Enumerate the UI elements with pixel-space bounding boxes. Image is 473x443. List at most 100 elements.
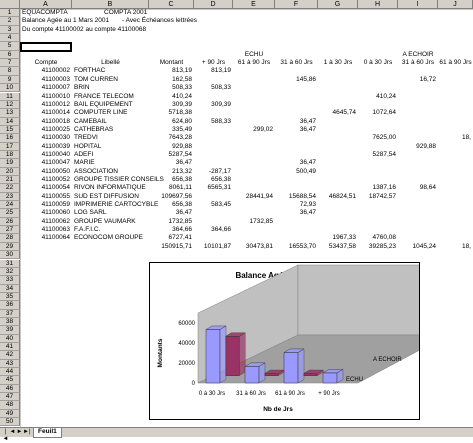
column-header-j[interactable]: J bbox=[438, 0, 473, 9]
header-31-60b[interactable]: 31 à 60 Jrs bbox=[398, 59, 438, 67]
table-cell-libelle[interactable]: IMPRIMERIE CARTOCYBLE bbox=[74, 201, 158, 209]
row-header[interactable]: 23 bbox=[0, 192, 20, 202]
echu-header[interactable]: ECHU bbox=[233, 51, 275, 59]
column-header-e[interactable]: E bbox=[233, 0, 275, 9]
row-header[interactable]: 3 bbox=[0, 25, 20, 35]
table-cell-montant[interactable]: 656,38 bbox=[149, 201, 192, 209]
row-header[interactable]: 4 bbox=[0, 34, 20, 43]
table-cell-d[interactable]: 656,38 bbox=[194, 176, 231, 184]
table-cell-montant[interactable]: 624,80 bbox=[149, 118, 192, 126]
table-cell-montant[interactable]: 1732,85 bbox=[149, 218, 193, 226]
table-cell-libelle[interactable]: TOM CURREN bbox=[74, 76, 118, 84]
table-cell-libelle[interactable]: TREDVI bbox=[74, 134, 98, 142]
table-cell-libelle[interactable]: BRIN bbox=[74, 84, 90, 92]
row-header[interactable]: 28 bbox=[0, 234, 20, 243]
next-sheet-button[interactable]: ► bbox=[16, 429, 23, 436]
header-61-90b[interactable]: 61 à 90 Jrs bbox=[438, 59, 473, 67]
table-cell-h[interactable]: 7625,00 bbox=[358, 134, 397, 142]
row-header[interactable]: 24 bbox=[0, 201, 20, 210]
column-header-i[interactable]: I bbox=[398, 0, 438, 9]
table-cell-compte[interactable]: 41100040 bbox=[20, 151, 70, 159]
table-cell-h[interactable]: 4760,08 bbox=[358, 234, 397, 242]
table-cell-d[interactable]: 309,39 bbox=[194, 101, 231, 109]
row-header[interactable]: 10 bbox=[0, 84, 20, 93]
table-cell-e[interactable]: 28441,94 bbox=[233, 193, 273, 201]
row-header[interactable]: 5 bbox=[0, 42, 20, 51]
table-cell-libelle[interactable]: ADEFI bbox=[74, 151, 93, 159]
column-header-f[interactable]: F bbox=[275, 0, 318, 9]
row-header[interactable]: 16 bbox=[0, 134, 20, 143]
row-header[interactable]: 38 bbox=[0, 317, 20, 327]
table-cell-libelle[interactable]: COMPUTER LINE bbox=[74, 109, 127, 117]
subtitle-cell[interactable]: Balance Agée au 1 Mars 2001 bbox=[22, 17, 109, 25]
table-cell-e[interactable]: 1732,85 bbox=[233, 218, 274, 226]
last-sheet-button[interactable]: ►| bbox=[23, 429, 31, 436]
total-cell-h[interactable]: 39285,23 bbox=[358, 243, 396, 251]
table-cell-montant[interactable]: 508,33 bbox=[149, 84, 192, 92]
table-cell-libelle[interactable]: RIVON INFORMATIQUE bbox=[74, 184, 146, 192]
table-cell-d[interactable]: 508,33 bbox=[194, 84, 231, 92]
row-header[interactable]: 46 bbox=[0, 384, 20, 394]
row-header[interactable]: 49 bbox=[0, 409, 20, 419]
row-header[interactable]: 50 bbox=[0, 418, 20, 427]
table-cell-i[interactable]: 98,64 bbox=[398, 184, 436, 192]
first-sheet-button[interactable]: |◄ bbox=[2, 429, 9, 442]
row-header[interactable]: 37 bbox=[0, 309, 20, 318]
row-header[interactable]: 40 bbox=[0, 334, 20, 343]
header-1-30[interactable]: 1 à 30 Jrs bbox=[318, 59, 358, 67]
header-31-60[interactable]: 31 à 60 Jrs bbox=[275, 59, 318, 67]
table-cell-compte[interactable]: 41100047 bbox=[20, 159, 70, 167]
table-cell-e[interactable]: 299,02 bbox=[233, 126, 273, 134]
table-cell-f[interactable]: 15688,54 bbox=[275, 193, 316, 201]
table-cell-montant[interactable]: 36,47 bbox=[149, 209, 192, 217]
table-cell-f[interactable]: 145,86 bbox=[275, 76, 316, 84]
table-cell-compte[interactable]: 41100055 bbox=[20, 193, 70, 201]
row-header[interactable]: 8 bbox=[0, 67, 20, 76]
table-cell-montant[interactable]: 36,47 bbox=[149, 159, 192, 167]
table-cell-compte[interactable]: 41100039 bbox=[20, 143, 70, 151]
aged-balance-chart[interactable]: Balance Agée au 01/03/010200004000060000… bbox=[149, 262, 449, 420]
select-all-corner[interactable] bbox=[0, 0, 20, 9]
table-cell-montant[interactable]: 309,39 bbox=[149, 101, 192, 109]
table-cell-compte[interactable]: 41100003 bbox=[20, 76, 70, 84]
column-header-a[interactable]: A bbox=[20, 0, 72, 9]
subtitle2-cell[interactable]: - Avec Échéances lettrées bbox=[122, 17, 197, 25]
row-header[interactable]: 20 bbox=[0, 167, 20, 176]
table-cell-compte[interactable]: 41100059 bbox=[20, 201, 70, 209]
row-header[interactable]: 39 bbox=[0, 326, 20, 335]
table-cell-compte[interactable]: 41100050 bbox=[20, 168, 70, 176]
table-cell-montant[interactable]: 364,66 bbox=[149, 226, 192, 234]
row-header[interactable]: 17 bbox=[0, 142, 20, 151]
table-cell-montant[interactable]: 5287,54 bbox=[149, 151, 193, 159]
table-cell-i[interactable]: 929,88 bbox=[398, 143, 436, 151]
row-header[interactable]: 13 bbox=[0, 109, 20, 118]
table-cell-d[interactable]: 583,45 bbox=[194, 201, 231, 209]
table-cell-d[interactable]: 588,33 bbox=[194, 118, 231, 126]
row-header[interactable]: 18 bbox=[0, 150, 20, 160]
table-cell-libelle[interactable]: FORTHAC bbox=[74, 67, 105, 75]
total-cell-d[interactable]: 10101,87 bbox=[194, 243, 231, 251]
table-cell-libelle[interactable]: LOG SARL bbox=[74, 209, 107, 217]
table-cell-montant[interactable]: 8061,11 bbox=[149, 184, 192, 192]
table-cell-montant[interactable]: 213,32 bbox=[149, 168, 192, 176]
total-cell-g[interactable]: 53437,58 bbox=[318, 243, 356, 251]
total-cell-j[interactable]: 18, bbox=[438, 243, 471, 251]
total-cell-e[interactable]: 30473,81 bbox=[233, 243, 273, 251]
row-header[interactable]: 15 bbox=[0, 125, 20, 135]
row-header[interactable]: 19 bbox=[0, 159, 20, 168]
table-cell-h[interactable]: 1387,16 bbox=[358, 184, 397, 192]
table-cell-g[interactable]: 4645,74 bbox=[318, 109, 357, 117]
table-cell-f[interactable]: 72,93 bbox=[275, 201, 316, 209]
table-cell-libelle[interactable]: MARIE bbox=[74, 159, 95, 167]
row-header[interactable]: 45 bbox=[0, 376, 20, 385]
header-libelle[interactable]: Libellé bbox=[72, 59, 149, 67]
table-cell-h[interactable]: 410,24 bbox=[358, 93, 396, 101]
table-cell-compte[interactable]: 41100054 bbox=[20, 184, 70, 192]
row-header[interactable]: 9 bbox=[0, 75, 20, 85]
row-header[interactable]: 7 bbox=[0, 59, 20, 68]
table-cell-montant[interactable]: 7643,28 bbox=[149, 134, 193, 142]
table-cell-compte[interactable]: 41100002 bbox=[20, 67, 70, 75]
table-cell-libelle[interactable]: CAMEBAIL bbox=[74, 118, 107, 126]
table-cell-h[interactable]: 1072,64 bbox=[358, 109, 397, 117]
table-cell-libelle[interactable]: SUD EST DIFFUSION bbox=[74, 193, 139, 201]
